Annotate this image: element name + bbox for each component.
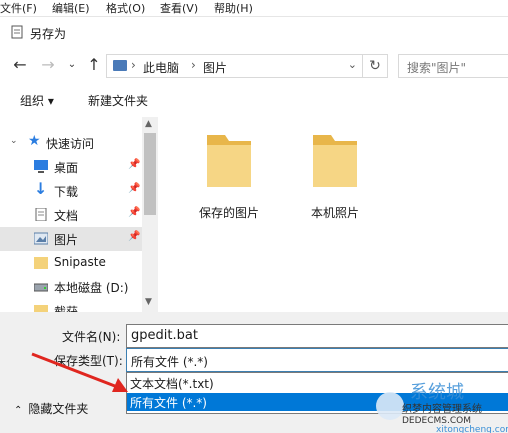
navigation-bar: ← → ⌄ ↑ › 此电脑 › 图片 ⌄ ↻ 搜索"图片" (0, 47, 508, 83)
annotation-arrow-icon (31, 352, 128, 392)
sidebar-item-label: 本地磁盘 (D:) (54, 281, 129, 295)
pc-icon (113, 60, 127, 71)
command-toolbar: 组织 ▾ 新建文件夹 (0, 83, 508, 118)
pin-icon[interactable]: 📌 (128, 159, 140, 170)
new-folder-button[interactable]: 新建文件夹 (88, 92, 148, 109)
pin-icon[interactable]: 📌 (128, 207, 140, 218)
option-label: 文本文档(*.txt) (130, 377, 214, 391)
filename-label: 文件名(N): (62, 330, 121, 344)
svg-text:织梦内容管理系统: 织梦内容管理系统 (402, 402, 482, 415)
folder-label: 保存的图片 (198, 206, 259, 220)
sidebar-item-label: Snipaste (54, 255, 106, 269)
desktop-icon (34, 160, 48, 173)
file-list: 保存的图片 本机照片 (158, 117, 508, 312)
watermark-logo: 系统城 织梦内容管理系统 DEDECMS.COM xitongcheng.com (376, 382, 508, 433)
menu-format[interactable]: 格式(O) (106, 0, 145, 16)
sidebar-item-label: 图片 (54, 233, 79, 247)
sidebar-scrollbar[interactable]: ▲ ▼ (142, 117, 158, 312)
hide-folders-toggle[interactable]: ⌃ 隐藏文件夹 (14, 400, 88, 417)
folder-icon (313, 135, 357, 187)
svg-text:xitongcheng.com: xitongcheng.com (436, 425, 508, 433)
folder-icon (207, 135, 251, 187)
breadcrumb-separator-icon: › (191, 58, 196, 72)
star-icon: ★ (28, 133, 41, 149)
svg-text:系统城: 系统城 (410, 382, 464, 403)
menu-help[interactable]: 帮助(H) (214, 0, 253, 16)
refresh-icon[interactable]: ↻ (362, 55, 387, 77)
sidebar-item-desktop[interactable]: 桌面 📌 (0, 155, 142, 179)
sidebar-item-label: 下载 (54, 185, 79, 199)
chevron-up-icon: ⌃ (14, 405, 23, 416)
dialog-title: 另存为 (30, 27, 67, 41)
up-arrow-icon[interactable]: ↑ (84, 55, 104, 75)
menu-view[interactable]: 查看(V) (160, 0, 198, 16)
folder-icon (34, 257, 48, 269)
sidebar-item-label: 文档 (54, 209, 79, 223)
scrollbar-thumb[interactable] (144, 133, 156, 215)
search-input[interactable]: 搜索"图片" (398, 54, 508, 78)
organize-button[interactable]: 组织 ▾ (20, 92, 54, 109)
sidebar-item-documents[interactable]: 文档 📌 (0, 203, 142, 227)
pictures-icon (34, 232, 48, 245)
navigation-pane: ⌄ ★ 快速访问 桌面 📌 ↓ 下载 📌 文档 📌 图片 📌 Snipaste … (0, 117, 142, 312)
back-arrow-icon[interactable]: ← (10, 55, 30, 75)
pin-icon[interactable]: 📌 (128, 183, 140, 194)
filename-input[interactable]: gpedit.bat (126, 324, 508, 348)
filetype-select[interactable]: 所有文件 (*.*) (126, 348, 508, 372)
menu-file[interactable]: 文件(F) (0, 0, 37, 16)
chevron-down-icon[interactable]: ⌄ (62, 55, 82, 75)
sidebar-item-snipaste[interactable]: Snipaste (0, 251, 142, 275)
option-label: 所有文件 (*.*) (130, 396, 207, 410)
scroll-down-icon[interactable]: ▼ (145, 297, 152, 307)
breadcrumb-pictures[interactable]: 图片 (203, 59, 227, 76)
sidebar-item-capture[interactable]: 截获 (0, 299, 142, 312)
folder-item[interactable]: 本机照片 (290, 131, 380, 221)
forward-arrow-icon[interactable]: → (38, 55, 58, 75)
dialog-titlebar: 另存为 (0, 17, 508, 47)
app-menu-bar: 文件(F) 编辑(E) 格式(O) 查看(V) 帮助(H) (0, 0, 508, 17)
download-icon: ↓ (34, 179, 48, 198)
pin-icon[interactable]: 📌 (128, 231, 140, 242)
breadcrumb-separator-icon: › (131, 58, 136, 72)
folder-icon (34, 305, 48, 312)
menu-edit[interactable]: 编辑(E) (52, 0, 90, 16)
sidebar-item-label: 截获 (54, 305, 79, 312)
search-placeholder: 搜索"图片" (407, 61, 467, 75)
chevron-down-icon[interactable]: ⌄ (10, 136, 18, 146)
breadcrumb-this-pc[interactable]: 此电脑 (143, 59, 179, 76)
document-icon (35, 208, 47, 221)
sidebar-item-quick-access[interactable]: ⌄ ★ 快速访问 (0, 131, 142, 155)
hide-folders-label: 隐藏文件夹 (28, 402, 89, 416)
sidebar-item-downloads[interactable]: ↓ 下载 📌 (0, 179, 142, 203)
drive-icon (34, 283, 48, 292)
sidebar-item-label: 桌面 (54, 161, 79, 175)
address-bar[interactable]: › 此电脑 › 图片 ⌄ ↻ (106, 54, 388, 78)
filetype-value: 所有文件 (*.*) (131, 355, 208, 369)
filename-value: gpedit.bat (131, 328, 198, 343)
folder-item[interactable]: 保存的图片 (184, 131, 274, 221)
address-dropdown-icon[interactable]: ⌄ (348, 58, 357, 71)
sidebar-item-label: 快速访问 (46, 137, 95, 151)
sidebar-item-drive-d[interactable]: 本地磁盘 (D:) (0, 275, 142, 299)
sidebar-item-pictures[interactable]: 图片 📌 (0, 227, 142, 251)
folder-label: 本机照片 (310, 206, 359, 220)
save-document-icon (11, 25, 23, 39)
scroll-up-icon[interactable]: ▲ (145, 119, 152, 129)
